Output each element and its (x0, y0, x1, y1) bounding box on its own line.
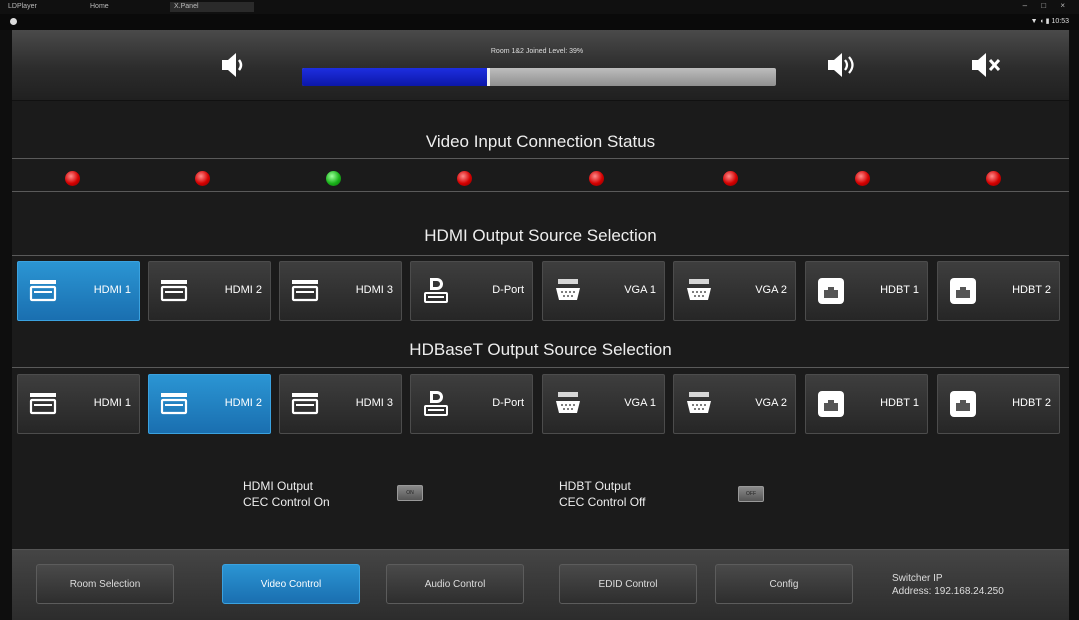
edid-control-button[interactable]: EDID Control (559, 564, 697, 604)
hdmi-icon (28, 389, 58, 419)
volume-down-icon[interactable] (216, 50, 248, 80)
video-control-button[interactable]: Video Control (222, 564, 360, 604)
hdbaset-source-row: HDMI 1 HDMI 2 HDMI 3 D-Port VGA 1 VGA 2 HDBT 1… (12, 371, 1069, 435)
hdmi-source-row: HDMI 1 HDMI 2 HDMI 3 D-Port VGA 1 VGA 2 HDBT 1… (12, 258, 1069, 322)
vga-icon (553, 389, 583, 419)
source-label: HDMI 3 (355, 397, 393, 409)
hdmi-output-title: HDMI Output Source Selection (424, 226, 657, 245)
volume-bar: Room 1&2 Joined Level: 39% (12, 30, 1069, 101)
vga-icon (553, 276, 583, 306)
volume-mute-icon[interactable] (970, 50, 1002, 80)
hdbaset-source-button-3[interactable]: HDMI 3 (279, 374, 402, 434)
hdmi-source-button-4[interactable]: D-Port (410, 261, 533, 321)
source-label: D-Port (492, 397, 524, 409)
switcher-ip: Switcher IP Address: 192.168.24.250 (892, 572, 1004, 598)
divider (12, 255, 1069, 256)
source-label: D-Port (492, 284, 524, 296)
ethernet-icon (948, 389, 978, 419)
window-controls[interactable]: – □ × (1023, 1, 1071, 10)
volume-level-label: Room 1&2 Joined Level: 39% (490, 48, 584, 55)
source-label: HDMI 1 (93, 284, 131, 296)
divider (12, 158, 1069, 159)
source-label: HDMI 2 (224, 284, 262, 296)
ethernet-icon (948, 276, 978, 306)
volume-slider[interactable] (302, 68, 776, 86)
hdmi-source-button-6[interactable]: VGA 2 (673, 261, 796, 321)
hdmi-icon (28, 276, 58, 306)
input-7-status-led (855, 171, 870, 186)
input-4-status-led (457, 171, 472, 186)
hdmi-source-button-1[interactable]: HDMI 1 (17, 261, 140, 321)
input-3-status-led (326, 171, 341, 186)
hdbt-cec-toggle[interactable]: OFF (738, 486, 764, 502)
hdmi-source-button-7[interactable]: HDBT 1 (805, 261, 928, 321)
source-label: HDBT 2 (1012, 397, 1051, 409)
ethernet-icon (816, 276, 846, 306)
tab-home[interactable]: Home (86, 2, 113, 12)
hdmi-cec-label-line1: HDMI Output (243, 479, 314, 493)
hdmi-source-button-3[interactable]: HDMI 3 (279, 261, 402, 321)
video-status-title: Video Input Connection Status (425, 132, 656, 151)
switcher-ip-label: Switcher IP (892, 573, 943, 584)
android-status-bar: ▼ ◖ ▮ 10:53 (0, 14, 1079, 30)
hdmi-icon (290, 389, 320, 419)
divider (12, 191, 1069, 192)
hdbt-cec-label-line2: CEC Control Off (559, 495, 646, 509)
divider (12, 367, 1069, 368)
hdbaset-source-button-6[interactable]: VGA 2 (673, 374, 796, 434)
input-2-status-led (195, 171, 210, 186)
window-titlebar: LDPlayer Home X.Panel – □ × (0, 0, 1079, 14)
displayport-icon (421, 276, 451, 306)
input-5-status-led (589, 171, 604, 186)
vga-icon (684, 389, 714, 419)
source-label: VGA 1 (624, 284, 656, 296)
source-label: VGA 2 (755, 284, 787, 296)
source-label: HDMI 2 (224, 397, 262, 409)
hdmi-cec-label-line2: CEC Control On (243, 495, 330, 509)
source-label: VGA 2 (755, 397, 787, 409)
source-label: HDMI 3 (355, 284, 393, 296)
hdmi-cec-toggle[interactable]: ON (397, 485, 423, 501)
source-label: HDBT 2 (1012, 284, 1051, 296)
source-label: HDBT 1 (880, 397, 919, 409)
audio-control-button[interactable]: Audio Control (386, 564, 524, 604)
hdbaset-source-button-1[interactable]: HDMI 1 (17, 374, 140, 434)
hdmi-cec-label: HDMI Output CEC Control On (243, 478, 330, 510)
hdbt-cec-label: HDBT Output CEC Control Off (559, 478, 645, 510)
bottom-nav-bar: Room Selection Video Control Audio Control… (12, 549, 1069, 620)
hdmi-icon (159, 389, 189, 419)
hdbaset-source-button-5[interactable]: VGA 1 (542, 374, 665, 434)
volume-fill (302, 68, 487, 86)
room-selection-button[interactable]: Room Selection (36, 564, 174, 604)
displayport-icon (421, 389, 451, 419)
volume-knob[interactable] (487, 68, 490, 86)
volume-up-icon[interactable] (826, 50, 858, 80)
config-button[interactable]: Config (715, 564, 853, 604)
input-8-status-led (986, 171, 1001, 186)
source-label: HDMI 1 (93, 397, 131, 409)
system-indicators: ▼ ◖ ▮ 10:53 (1030, 18, 1069, 25)
tab-ldplayer[interactable]: LDPlayer (4, 2, 41, 12)
vga-icon (684, 276, 714, 306)
hdbt-cec-label-line1: HDBT Output (559, 479, 631, 493)
hdmi-icon (290, 276, 320, 306)
hdbaset-source-button-4[interactable]: D-Port (410, 374, 533, 434)
source-label: HDBT 1 (880, 284, 919, 296)
hdbaset-output-title: HDBaseT Output Source Selection (409, 340, 672, 359)
input-6-status-led (723, 171, 738, 186)
source-label: VGA 1 (624, 397, 656, 409)
hdmi-source-button-5[interactable]: VGA 1 (542, 261, 665, 321)
hdmi-source-button-8[interactable]: HDBT 2 (937, 261, 1060, 321)
switcher-ip-address: Address: 192.168.24.250 (892, 586, 1004, 597)
input-1-status-led (65, 171, 80, 186)
hdmi-source-button-2[interactable]: HDMI 2 (148, 261, 271, 321)
hdbaset-source-button-8[interactable]: HDBT 2 (937, 374, 1060, 434)
control-panel: Room 1&2 Joined Level: 39% Video Input C… (12, 30, 1069, 620)
tab-xpanel[interactable]: X.Panel (170, 2, 254, 12)
ethernet-icon (816, 389, 846, 419)
hdbaset-source-button-2[interactable]: HDMI 2 (148, 374, 271, 434)
settings-dot-icon (10, 18, 17, 25)
hdbaset-source-button-7[interactable]: HDBT 1 (805, 374, 928, 434)
hdmi-icon (159, 276, 189, 306)
